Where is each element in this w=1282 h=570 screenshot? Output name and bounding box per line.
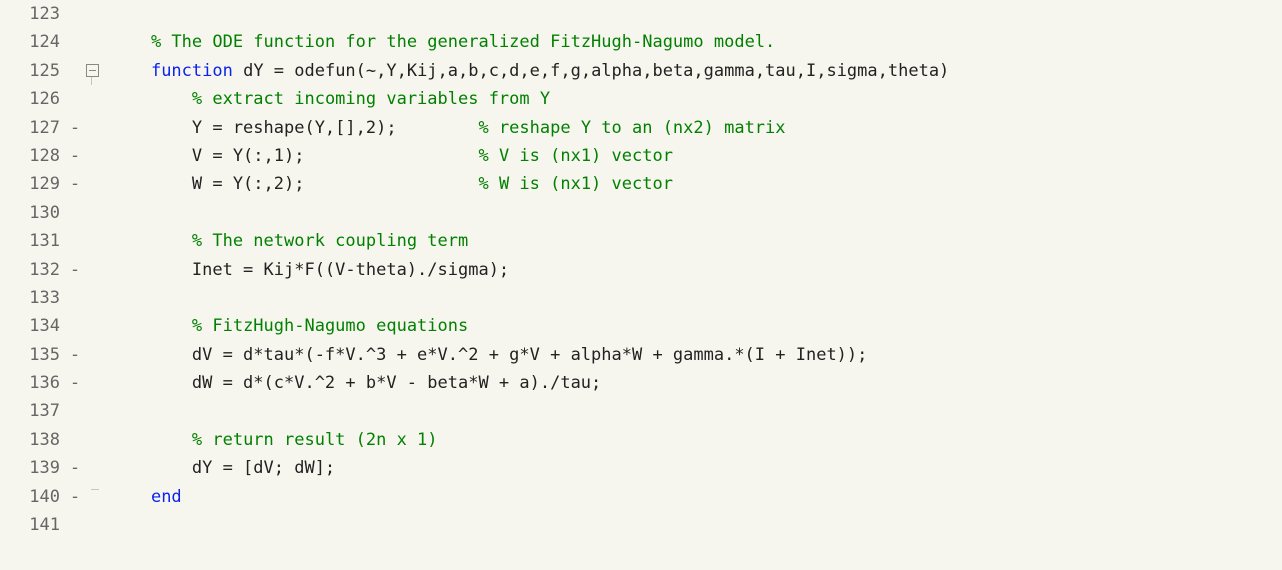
line-number: 134 bbox=[0, 312, 66, 340]
code-span bbox=[110, 316, 192, 336]
line-number: 131 bbox=[0, 227, 66, 255]
code-line[interactable]: 133 bbox=[0, 284, 1282, 312]
code-text[interactable]: end bbox=[110, 483, 182, 511]
code-text[interactable]: % FitzHugh-Nagumo equations bbox=[110, 312, 468, 340]
line-number: 140 bbox=[0, 483, 66, 511]
line-number: 133 bbox=[0, 284, 66, 312]
code-line[interactable]: 129- W = Y(:,2); % W is (nx1) vector bbox=[0, 170, 1282, 198]
line-number: 127 bbox=[0, 114, 66, 142]
code-text[interactable]: dV = d*tau*(-f*V.^3 + e*V.^2 + g*V + alp… bbox=[110, 341, 867, 369]
code-line[interactable]: 135- dV = d*tau*(-f*V.^3 + e*V.^2 + g*V … bbox=[0, 341, 1282, 369]
comment-span: % The ODE function for the generalized F… bbox=[151, 32, 775, 52]
fold-toggle-icon[interactable] bbox=[86, 64, 99, 77]
fold-gutter[interactable] bbox=[84, 57, 110, 85]
breakpoint-gutter[interactable]: - bbox=[66, 256, 84, 284]
code-span bbox=[110, 487, 151, 507]
code-line[interactable]: 134 % FitzHugh-Nagumo equations bbox=[0, 312, 1282, 340]
line-number: 138 bbox=[0, 426, 66, 454]
code-line[interactable]: 127- Y = reshape(Y,[],2); % reshape Y to… bbox=[0, 114, 1282, 142]
code-span bbox=[110, 231, 192, 251]
code-span bbox=[110, 61, 151, 81]
code-span: dV = d*tau*(-f*V.^3 + e*V.^2 + g*V + alp… bbox=[110, 345, 867, 365]
code-line[interactable]: 128- V = Y(:,1); % V is (nx1) vector bbox=[0, 142, 1282, 170]
code-text[interactable]: % The network coupling term bbox=[110, 227, 468, 255]
code-span: dY = odefun(~,Y,Kij,a,b,c,d,e,f,g,alpha,… bbox=[243, 61, 949, 81]
comment-span: % reshape Y to an (nx2) matrix bbox=[478, 118, 785, 138]
breakpoint-gutter[interactable]: - bbox=[66, 341, 84, 369]
code-text[interactable]: % return result (2n x 1) bbox=[110, 426, 438, 454]
breakpoint-gutter[interactable]: - bbox=[66, 142, 84, 170]
breakpoint-gutter[interactable]: - bbox=[66, 369, 84, 397]
breakpoint-gutter[interactable]: - bbox=[66, 170, 84, 198]
code-line[interactable]: 130 bbox=[0, 199, 1282, 227]
code-line[interactable]: 139- dY = [dV; dW]; bbox=[0, 454, 1282, 482]
code-span: Y = reshape(Y,[],2); bbox=[110, 118, 478, 138]
code-text[interactable]: Inet = Kij*F((V-theta)./sigma); bbox=[110, 256, 509, 284]
line-number: 126 bbox=[0, 85, 66, 113]
code-span: dW = d*(c*V.^2 + b*V - beta*W + a)./tau; bbox=[110, 373, 601, 393]
code-editor[interactable]: 123124 % The ODE function for the genera… bbox=[0, 0, 1282, 539]
comment-span: % The network coupling term bbox=[192, 231, 468, 251]
comment-span: % V is (nx1) vector bbox=[478, 146, 672, 166]
breakpoint-gutter[interactable]: - bbox=[66, 454, 84, 482]
code-span bbox=[110, 32, 151, 52]
line-number: 135 bbox=[0, 341, 66, 369]
code-span bbox=[110, 89, 192, 109]
code-text[interactable]: W = Y(:,2); % W is (nx1) vector bbox=[110, 170, 673, 198]
line-number: 124 bbox=[0, 28, 66, 56]
code-span: W = Y(:,2); bbox=[110, 174, 478, 194]
line-number: 125 bbox=[0, 57, 66, 85]
breakpoint-gutter[interactable]: - bbox=[66, 114, 84, 142]
comment-span: % FitzHugh-Nagumo equations bbox=[192, 316, 468, 336]
code-line[interactable]: 141 bbox=[0, 511, 1282, 539]
code-line[interactable]: 132- Inet = Kij*F((V-theta)./sigma); bbox=[0, 256, 1282, 284]
line-number: 136 bbox=[0, 369, 66, 397]
code-span: Inet = Kij*F((V-theta)./sigma); bbox=[110, 260, 509, 280]
code-text[interactable]: Y = reshape(Y,[],2); % reshape Y to an (… bbox=[110, 114, 786, 142]
code-text[interactable]: dY = [dV; dW]; bbox=[110, 454, 335, 482]
line-number: 141 bbox=[0, 511, 66, 539]
code-line[interactable]: 126 % extract incoming variables from Y bbox=[0, 85, 1282, 113]
code-text[interactable]: % extract incoming variables from Y bbox=[110, 85, 550, 113]
code-text[interactable]: % The ODE function for the generalized F… bbox=[110, 28, 775, 56]
line-number: 123 bbox=[0, 0, 66, 28]
code-line[interactable]: 137 bbox=[0, 397, 1282, 425]
code-line[interactable]: 140- end bbox=[0, 483, 1282, 511]
line-number: 139 bbox=[0, 454, 66, 482]
line-number: 130 bbox=[0, 199, 66, 227]
code-line[interactable]: 138 % return result (2n x 1) bbox=[0, 426, 1282, 454]
code-line[interactable]: 125 function dY = odefun(~,Y,Kij,a,b,c,d… bbox=[0, 57, 1282, 85]
line-number: 132 bbox=[0, 256, 66, 284]
comment-span: % W is (nx1) vector bbox=[478, 174, 672, 194]
line-number: 128 bbox=[0, 142, 66, 170]
code-line[interactable]: 123 bbox=[0, 0, 1282, 28]
code-text[interactable]: dW = d*(c*V.^2 + b*V - beta*W + a)./tau; bbox=[110, 369, 601, 397]
code-span: V = Y(:,1); bbox=[110, 146, 478, 166]
code-line[interactable]: 136- dW = d*(c*V.^2 + b*V - beta*W + a).… bbox=[0, 369, 1282, 397]
code-text[interactable]: V = Y(:,1); % V is (nx1) vector bbox=[110, 142, 673, 170]
code-line[interactable]: 124 % The ODE function for the generaliz… bbox=[0, 28, 1282, 56]
comment-span: % extract incoming variables from Y bbox=[192, 89, 550, 109]
line-number: 129 bbox=[0, 170, 66, 198]
comment-span: % return result (2n x 1) bbox=[192, 430, 438, 450]
code-span bbox=[110, 430, 192, 450]
keyword-span: function bbox=[151, 61, 243, 81]
line-number: 137 bbox=[0, 397, 66, 425]
code-text[interactable]: function dY = odefun(~,Y,Kij,a,b,c,d,e,f… bbox=[110, 57, 949, 85]
breakpoint-gutter[interactable]: - bbox=[66, 483, 84, 511]
code-line[interactable]: 131 % The network coupling term bbox=[0, 227, 1282, 255]
code-span: dY = [dV; dW]; bbox=[110, 458, 335, 478]
keyword-span: end bbox=[151, 487, 182, 507]
